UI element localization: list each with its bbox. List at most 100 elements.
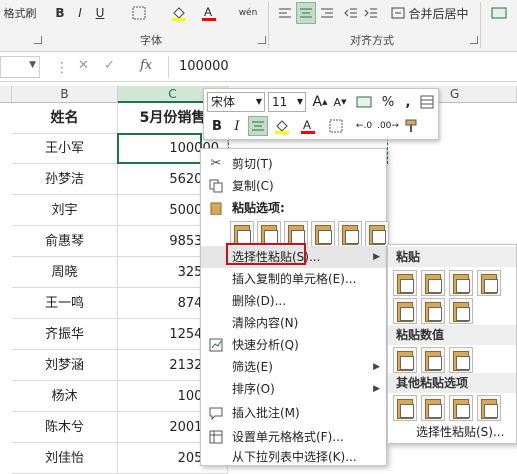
menu-label: 插入批注(M) — [232, 406, 300, 420]
row-header-corner — [0, 86, 12, 103]
menu-item-clear[interactable]: 清除内容(N) — [201, 312, 386, 334]
decrease-indent-icon[interactable] — [342, 2, 360, 24]
align-center-icon[interactable] — [296, 2, 316, 24]
align-right-icon[interactable] — [318, 2, 336, 24]
table-cell-name[interactable]: 俞惠琴 — [12, 226, 118, 257]
submenu-arrow-icon: ▶ — [373, 252, 380, 262]
mini-size-select[interactable]: 11 ▼ — [268, 92, 306, 112]
group-separator — [480, 2, 481, 48]
align-left-icon[interactable] — [276, 2, 294, 24]
mini-italic-button[interactable]: I — [227, 116, 247, 136]
mini-font-select[interactable]: 宋体 ▼ — [207, 92, 265, 112]
mini-font-color-icon[interactable]: A — [298, 116, 318, 136]
mini-align-center-icon[interactable] — [248, 116, 268, 136]
formula-bar: ▼ ⋮ ✕ ✓ fx 100000 — [0, 52, 517, 82]
clipboard-launcher-icon[interactable] — [34, 36, 42, 44]
sub-values-source-format-icon[interactable] — [449, 347, 473, 373]
sub-picture-icon[interactable] — [449, 395, 473, 421]
mini-fill-color-icon[interactable] — [272, 116, 292, 136]
table-cell-name[interactable]: 王一鸣 — [12, 288, 118, 319]
format-painter-button[interactable]: 格式刷 — [0, 2, 40, 24]
menu-item-cut[interactable]: ✂ 剪切(T) — [201, 153, 386, 175]
format-painter-icon[interactable] — [402, 116, 422, 136]
confirm-icon[interactable]: ✓ — [104, 58, 115, 73]
italic-button[interactable]: I — [72, 2, 88, 24]
font-launcher-icon[interactable] — [258, 36, 266, 44]
paste-formatting-icon[interactable] — [338, 221, 362, 247]
header-name[interactable]: 姓名 — [12, 103, 118, 134]
mini-size-value: 11 — [272, 95, 288, 109]
decrease-decimal-icon[interactable]: .00→ — [377, 116, 399, 136]
table-cell-name[interactable]: 周晓 — [12, 257, 118, 288]
table-cell-name[interactable]: 齐振华 — [12, 319, 118, 350]
table-cell-name[interactable]: 陈木兮 — [12, 412, 118, 443]
mini-bold-button[interactable]: B — [207, 116, 227, 136]
menu-item-insert-comment[interactable]: 插入批注(M) — [201, 402, 386, 424]
sub-paste-special-item[interactable]: 选择性粘贴(S)... — [416, 423, 504, 440]
shrink-font-button[interactable]: A ▼ — [330, 92, 350, 112]
chevron-down-icon: ▼ — [255, 97, 262, 106]
number-format-icon[interactable] — [488, 2, 510, 24]
table-cell-name[interactable]: 杨沐 — [12, 381, 118, 412]
name-box[interactable]: ▼ — [0, 56, 40, 78]
font-color-icon[interactable]: A — [200, 2, 218, 24]
increase-decimal-icon[interactable]: ←.0 — [354, 116, 374, 136]
sub-paste-formulas-icon[interactable] — [421, 270, 445, 296]
sub-values-number-format-icon[interactable] — [421, 347, 445, 373]
menu-item-quick-analysis[interactable]: 快速分析(Q) — [201, 334, 386, 356]
sub-paste-formulas-number-icon[interactable] — [449, 270, 473, 296]
percent-button[interactable]: % — [378, 92, 398, 112]
submenu-arrow-icon: ▶ — [373, 384, 380, 394]
merge-center-button[interactable]: 合并后居中 — [386, 2, 474, 24]
sub-paste-icon[interactable] — [393, 270, 417, 296]
sub-paste-keep-source-icon[interactable] — [477, 270, 501, 296]
sub-paste-column-widths-icon[interactable] — [421, 298, 445, 324]
phonetic-icon[interactable]: wén — [237, 2, 259, 24]
paste-transpose-icon[interactable] — [311, 221, 335, 247]
menu-label: 插入复制的单元格(E)... — [232, 272, 357, 286]
underline-button[interactable]: U — [92, 2, 108, 24]
increase-indent-icon[interactable] — [362, 2, 380, 24]
column-header-g[interactable]: G — [450, 86, 459, 103]
menu-label: 筛选(E) — [232, 360, 273, 374]
grow-font-button[interactable]: A ▲ — [310, 92, 330, 112]
menu-label: 从下拉列表中选择(K)... — [232, 450, 357, 464]
sub-linked-picture-icon[interactable] — [477, 395, 501, 421]
sub-values-icon[interactable] — [393, 347, 417, 373]
function-icon[interactable]: fx — [140, 58, 152, 73]
sub-paste-link-icon[interactable] — [421, 395, 445, 421]
table-cell-name[interactable]: 刘梦涵 — [12, 350, 118, 381]
menu-item-delete[interactable]: 删除(D)... — [201, 290, 386, 312]
column-header-b[interactable]: B — [12, 86, 118, 103]
selected-cell[interactable] — [117, 133, 202, 164]
bold-button[interactable]: B — [52, 2, 68, 24]
sub-formatting-icon[interactable] — [393, 395, 417, 421]
border-icon[interactable] — [130, 2, 148, 24]
formula-input[interactable]: 100000 — [168, 56, 517, 78]
name-box-dropdown-icon[interactable]: ▼ — [29, 60, 36, 70]
submenu-other-header: 其他粘贴选项 — [388, 373, 516, 393]
sub-paste-no-borders-icon[interactable] — [393, 298, 417, 324]
menu-item-pick-from-list[interactable]: 从下拉列表中选择(K)... — [201, 446, 386, 468]
menu-item-filter[interactable]: 筛选(E) ▶ — [201, 356, 386, 378]
paste-link-icon[interactable] — [365, 221, 389, 247]
menu-label: 粘贴选项: — [232, 201, 285, 215]
accounting-format-icon[interactable] — [354, 92, 374, 112]
cell-style-icon[interactable] — [417, 92, 437, 112]
table-cell-name[interactable]: 刘佳怡 — [12, 443, 118, 474]
table-cell-name[interactable]: 王小军 — [12, 133, 118, 164]
menu-label: 排序(O) — [232, 382, 275, 396]
fill-color-icon[interactable] — [170, 2, 188, 24]
menu-item-sort[interactable]: 排序(O) ▶ — [201, 378, 386, 400]
menu-item-copy[interactable]: 复制(C) — [201, 175, 386, 197]
comma-button[interactable]: , — [398, 92, 418, 112]
mini-border-icon[interactable] — [326, 116, 346, 136]
table-cell-name[interactable]: 孙梦洁 — [12, 164, 118, 195]
table-cell-name[interactable]: 刘宇 — [12, 195, 118, 226]
submenu-arrow-icon: ▶ — [373, 362, 380, 372]
cancel-icon[interactable]: ✕ — [78, 58, 89, 73]
menu-item-format-cells[interactable]: 设置单元格格式(F)... — [201, 426, 386, 448]
sub-paste-transpose-icon[interactable] — [449, 298, 473, 324]
align-launcher-icon[interactable] — [470, 36, 478, 44]
menu-item-insert-copied[interactable]: 插入复制的单元格(E)... — [201, 268, 386, 290]
